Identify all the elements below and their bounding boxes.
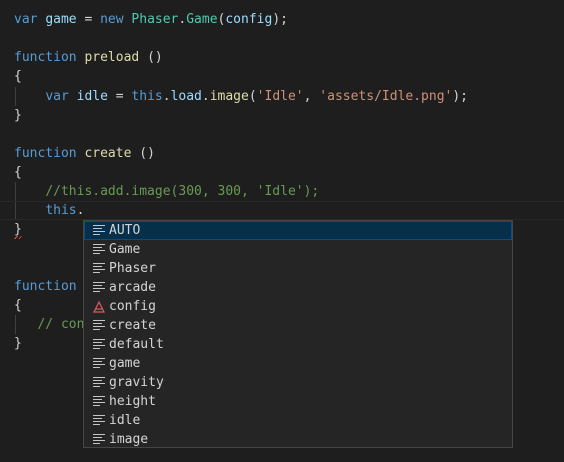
suggest-item[interactable]: config: [84, 297, 512, 316]
comment: // con: [37, 317, 85, 332]
code-editor[interactable]: var game = new Phaser.Game(config); func…: [0, 0, 564, 462]
string: 'assets/Idle.png': [319, 89, 453, 104]
text-word-icon: [93, 434, 105, 445]
suggest-item[interactable]: game: [84, 354, 512, 373]
keyword: new: [100, 12, 124, 27]
code-line-11: this.: [14, 201, 84, 220]
suggest-item-label: game: [109, 356, 141, 371]
suggest-item[interactable]: image: [84, 430, 512, 449]
identifier: idle: [76, 89, 108, 104]
code-line-18: }: [14, 336, 22, 351]
code-line-15: function: [14, 277, 77, 296]
punctuation: (: [248, 89, 257, 104]
suggest-item-label: AUTO: [109, 223, 141, 238]
text-word-icon: [93, 377, 105, 388]
text-word-icon: [93, 358, 105, 369]
suggest-item-label: create: [109, 318, 156, 333]
suggest-item-label: Phaser: [109, 261, 156, 276]
identifier: game: [45, 12, 77, 27]
punctuation: (): [131, 146, 155, 161]
suggest-item[interactable]: default: [84, 335, 512, 354]
punctuation: ,: [303, 89, 320, 104]
punctuation: .: [162, 89, 171, 104]
identifier: load: [170, 89, 202, 104]
keyword: var: [45, 89, 69, 104]
punctuation: (): [139, 50, 163, 65]
function-name: image: [209, 89, 249, 104]
punctuation: );: [452, 89, 469, 104]
text-word-icon: [93, 225, 105, 236]
code-line-4: {: [14, 69, 22, 84]
suggest-item-label: Game: [109, 242, 141, 257]
code-line-10: //this.add.image(300, 300, 'Idle');: [14, 182, 319, 201]
operator: =: [107, 89, 132, 104]
text-word-icon: [93, 282, 105, 293]
suggest-item-label: default: [109, 337, 164, 352]
function-name: create: [84, 146, 132, 161]
current-line-highlight: [0, 201, 564, 220]
code-line-8: function create (): [14, 144, 155, 163]
suggest-item-label: gravity: [109, 375, 164, 390]
class-name: Game: [186, 12, 218, 27]
code-line-5: var idle = this.load.image('Idle', 'asse…: [14, 87, 468, 106]
suggest-item-label: height: [109, 394, 156, 409]
text-word-icon: [93, 263, 105, 274]
suggest-item[interactable]: idle: [84, 411, 512, 430]
keyword: var: [14, 12, 38, 27]
keyword: function: [14, 279, 77, 294]
string: 'Idle': [256, 89, 304, 104]
keyword: function: [14, 50, 77, 65]
suggest-item-label: arcade: [109, 280, 156, 295]
suggest-item[interactable]: Game: [84, 240, 512, 259]
operator: =: [76, 12, 101, 27]
suggest-item-label: config: [109, 299, 156, 314]
identifier: config: [225, 12, 273, 27]
code-line-1: var game = new Phaser.Game(config);: [14, 10, 288, 29]
error-squiggle: [14, 236, 22, 239]
keyword: this: [131, 89, 163, 104]
text-word-icon: [93, 339, 105, 350]
code-line-3: function preload (): [14, 48, 163, 67]
comment: //this.add.image(300, 300, 'Idle');: [45, 184, 320, 199]
suggest-item[interactable]: Phaser: [84, 259, 512, 278]
code-line-17: // con: [14, 315, 84, 334]
code-line-6: }: [14, 108, 22, 123]
function-name: preload: [84, 50, 140, 65]
suggest-item-label: idle: [109, 413, 141, 428]
text-word-icon: [93, 244, 105, 255]
suggest-item[interactable]: height: [84, 392, 512, 411]
suggest-item[interactable]: create: [84, 316, 512, 335]
punctuation: .: [201, 89, 210, 104]
punctuation: .: [76, 203, 85, 218]
suggest-item[interactable]: arcade: [84, 278, 512, 297]
autocomplete-suggest-widget[interactable]: AUTO Game Phaser arcade config create default g…: [83, 220, 513, 448]
suggest-item-label: image: [109, 432, 149, 447]
class-name: Phaser: [131, 12, 179, 27]
suggest-item[interactable]: gravity: [84, 373, 512, 392]
text-word-icon: [93, 415, 105, 426]
code-line-16: {: [14, 298, 22, 313]
code-line-9: {: [14, 165, 22, 180]
keyword: this: [45, 203, 77, 218]
keyword: function: [14, 146, 77, 161]
suggest-item[interactable]: AUTO: [84, 221, 512, 240]
text-word-icon: [93, 396, 105, 407]
text-word-icon: [93, 320, 105, 331]
snippet-icon: [93, 300, 105, 313]
punctuation: );: [272, 12, 288, 27]
